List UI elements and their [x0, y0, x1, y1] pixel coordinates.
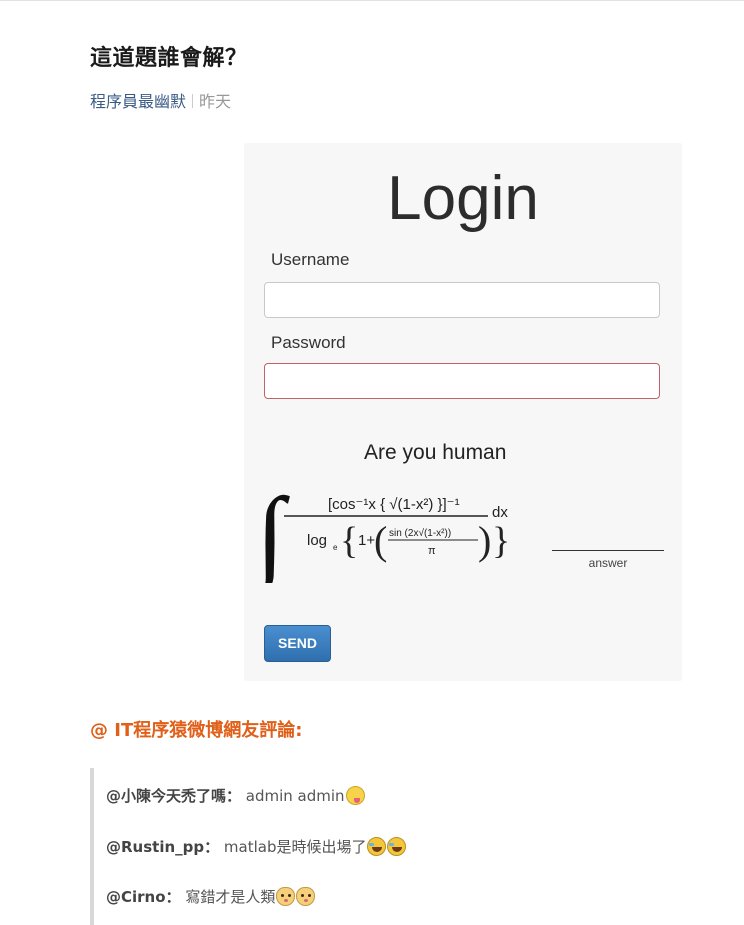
answer-input[interactable]	[552, 550, 664, 551]
top-divider	[0, 0, 744, 1]
comments-blockquote: @小陳今天禿了嗎： admin admin @Rustin_pp： matlab…	[90, 768, 690, 925]
formula-paren-left: (	[374, 518, 387, 563]
formula-log: log	[307, 532, 327, 549]
comment-text: 寫錯才是人類	[180, 888, 276, 906]
author-link[interactable]: 程序員最幽默	[90, 92, 186, 111]
formula-inner-denominator: π	[428, 545, 436, 557]
comment-user[interactable]: @Cirno：	[106, 888, 181, 906]
article-meta: 程序員最幽默 昨天	[90, 88, 231, 112]
laughing-tears-icon	[387, 837, 407, 856]
comment-text: admin admin	[241, 787, 345, 805]
formula-inner-numerator: sin (2x√(1-x²))	[389, 527, 451, 539]
formula-numerator: [cos⁻¹x { √(1-x²) }]⁻¹	[328, 496, 460, 513]
integral-symbol: ∫	[256, 477, 290, 583]
password-field[interactable]	[264, 363, 660, 399]
password-label: Password	[271, 333, 346, 352]
tongue-face-icon	[345, 786, 365, 805]
captcha-formula: ∫ [cos⁻¹x { √(1-x²) }]⁻¹ dx log e { 1+ (…	[256, 477, 510, 583]
formula-one-plus: 1+	[358, 532, 375, 549]
cat-face-icon	[296, 887, 316, 906]
formula-log-base: e	[333, 543, 338, 552]
username-label: Username	[271, 250, 350, 269]
login-heading: Login	[387, 164, 539, 233]
comment-item: @Rustin_pp： matlab是時候出場了	[106, 836, 407, 857]
article-title: 這道題誰會解？	[90, 46, 248, 71]
login-screenshot-image: Login Username Password Are you human ∫ …	[244, 143, 682, 681]
send-button[interactable]: SEND	[264, 625, 331, 662]
cat-face-icon	[276, 887, 296, 906]
comment-item: @Cirno： 寫錯才是人類	[106, 886, 316, 907]
comment-user[interactable]: @Rustin_pp：	[106, 838, 219, 856]
formula-brace-right: }	[492, 520, 510, 562]
answer-label: answer	[588, 556, 628, 570]
comments-heading: @ IT程序猿微博網友評論:	[90, 720, 303, 741]
formula-dx: dx	[492, 504, 508, 521]
post-time: 昨天	[199, 92, 232, 111]
laughing-tears-icon	[367, 837, 387, 856]
username-field[interactable]	[264, 282, 660, 318]
comment-text: matlab是時候出場了	[219, 838, 367, 856]
comment-item: @小陳今天禿了嗎： admin admin	[106, 785, 365, 806]
formula-paren-right: )	[478, 518, 491, 563]
comment-user[interactable]: @小陳今天禿了嗎：	[106, 787, 241, 805]
meta-separator	[192, 94, 194, 108]
formula-brace-left: {	[340, 520, 358, 562]
